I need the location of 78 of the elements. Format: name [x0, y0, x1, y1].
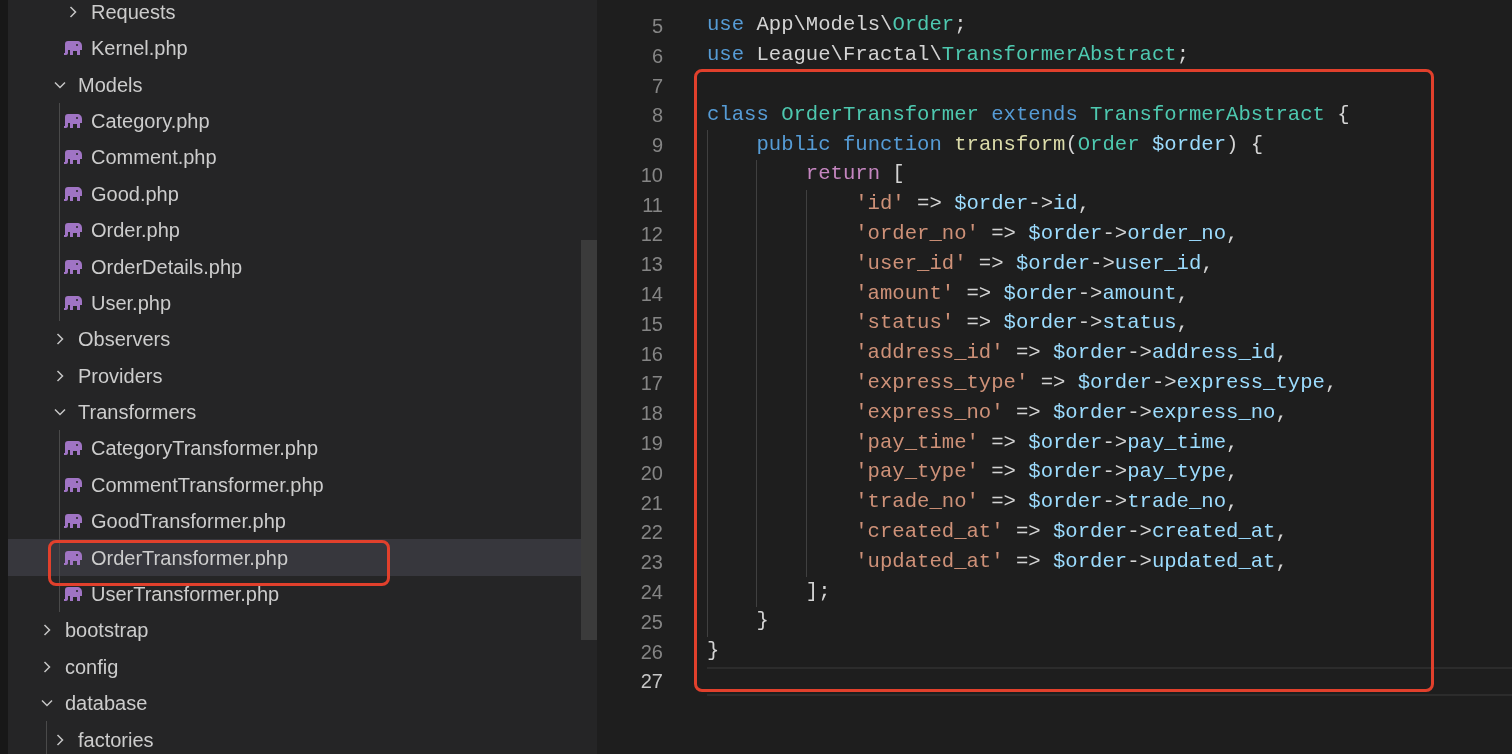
code-line: 'order_no' => $order->order_no,: [707, 219, 1239, 250]
code-line: }: [707, 606, 769, 637]
file-item[interactable]: OrderDetails.php: [8, 248, 581, 285]
file-item[interactable]: OrderTransformer.php: [8, 539, 581, 576]
file-item[interactable]: CommentTransformer.php: [8, 466, 581, 504]
code-line: 'express_no' => $order->express_no,: [707, 398, 1288, 429]
line-number: 25: [639, 609, 663, 635]
folder-item[interactable]: Transformers: [8, 393, 581, 431]
elephant-icon: [63, 185, 83, 202]
code-line: 'user_id' => $order->user_id,: [707, 249, 1214, 280]
line-number: 24: [639, 580, 663, 606]
file-item[interactable]: Order.php: [8, 211, 581, 249]
elephant-icon: [63, 440, 83, 457]
code-line: 'amount' => $order->amount,: [707, 279, 1189, 309]
line-number: 20: [639, 460, 663, 486]
folder-item[interactable]: database: [8, 685, 581, 722]
folder-item[interactable]: Models: [8, 66, 581, 103]
code-line: 'id' => $order->id,: [707, 189, 1091, 220]
line-number: 15: [639, 311, 663, 337]
file-item[interactable]: CategoryTransformer.php: [8, 430, 581, 467]
code-line: 'created_at' => $order->created_at,: [707, 517, 1288, 548]
code-line: 'address_id' => $order->address_id,: [707, 338, 1288, 369]
code-line: return [: [707, 160, 905, 190]
line-number: 6: [650, 43, 663, 69]
line-number: 11: [641, 192, 663, 218]
line-number: 18: [639, 401, 663, 427]
line-number: 8: [650, 103, 663, 129]
line-number: 5: [650, 13, 663, 39]
line-number: 19: [639, 431, 663, 457]
line-number: 9: [650, 133, 663, 159]
file-item[interactable]: GoodTransformer.php: [8, 503, 581, 540]
line-number: 16: [639, 341, 663, 367]
code-line: 'trade_no' => $order->trade_no,: [707, 487, 1239, 518]
elephant-icon: [63, 476, 83, 493]
line-number: 13: [639, 252, 663, 278]
elephant-icon: [63, 586, 83, 603]
code-line: ];: [707, 577, 831, 607]
elephant-icon: [63, 258, 83, 275]
folder-item[interactable]: bootstrap: [8, 612, 581, 649]
line-number: 22: [639, 520, 663, 546]
line-number: 7: [650, 73, 663, 99]
file-item[interactable]: Category.php: [8, 102, 581, 140]
elephant-icon: [63, 222, 83, 239]
code-line: use App\Models\Order;: [707, 12, 967, 39]
code-line: 'pay_type' => $order->pay_type,: [707, 457, 1239, 488]
line-number: 23: [639, 550, 663, 576]
file-item[interactable]: UserTransformer.php: [8, 575, 581, 613]
elephant-icon: [63, 40, 83, 57]
elephant-icon: [63, 112, 83, 129]
file-item[interactable]: Good.php: [8, 175, 581, 212]
scrollbar-thumb[interactable]: [581, 240, 597, 640]
code-line: use League\Fractal\TransformerAbstract;: [707, 42, 1189, 69]
line-number: 27: [639, 669, 663, 695]
line-number: 14: [639, 282, 663, 308]
code-line: public function transform(Order $order) {: [707, 130, 1264, 160]
line-number: 17: [639, 371, 663, 397]
elephant-icon: [63, 149, 83, 166]
code-line: 'express_type' => $order->express_type,: [707, 368, 1338, 399]
file-item[interactable]: Kernel.php: [8, 30, 581, 67]
folder-item[interactable]: Observers: [8, 321, 581, 358]
line-number: 26: [639, 639, 663, 665]
elephant-icon: [63, 549, 83, 566]
line-number: 10: [639, 162, 663, 188]
folder-item[interactable]: Requests: [8, 0, 581, 30]
line-number: 12: [639, 222, 663, 248]
code-line: class OrderTransformer extends TransformerAbstract {: [707, 101, 1350, 128]
folder-item[interactable]: factories: [8, 721, 581, 754]
line-number: 21: [639, 490, 663, 516]
code-line: 'status' => $order->status,: [707, 308, 1189, 339]
elephant-icon: [63, 513, 83, 530]
folder-item[interactable]: Providers: [8, 357, 581, 394]
code-line: 'pay_time' => $order->pay_time,: [707, 428, 1239, 458]
file-item[interactable]: Comment.php: [8, 139, 581, 176]
folder-item[interactable]: config: [8, 648, 581, 686]
code-line: }: [707, 638, 720, 665]
code-line: 'updated_at' => $order->updated_at,: [707, 547, 1288, 578]
file-item[interactable]: User.php: [8, 284, 581, 322]
elephant-icon: [63, 294, 83, 311]
